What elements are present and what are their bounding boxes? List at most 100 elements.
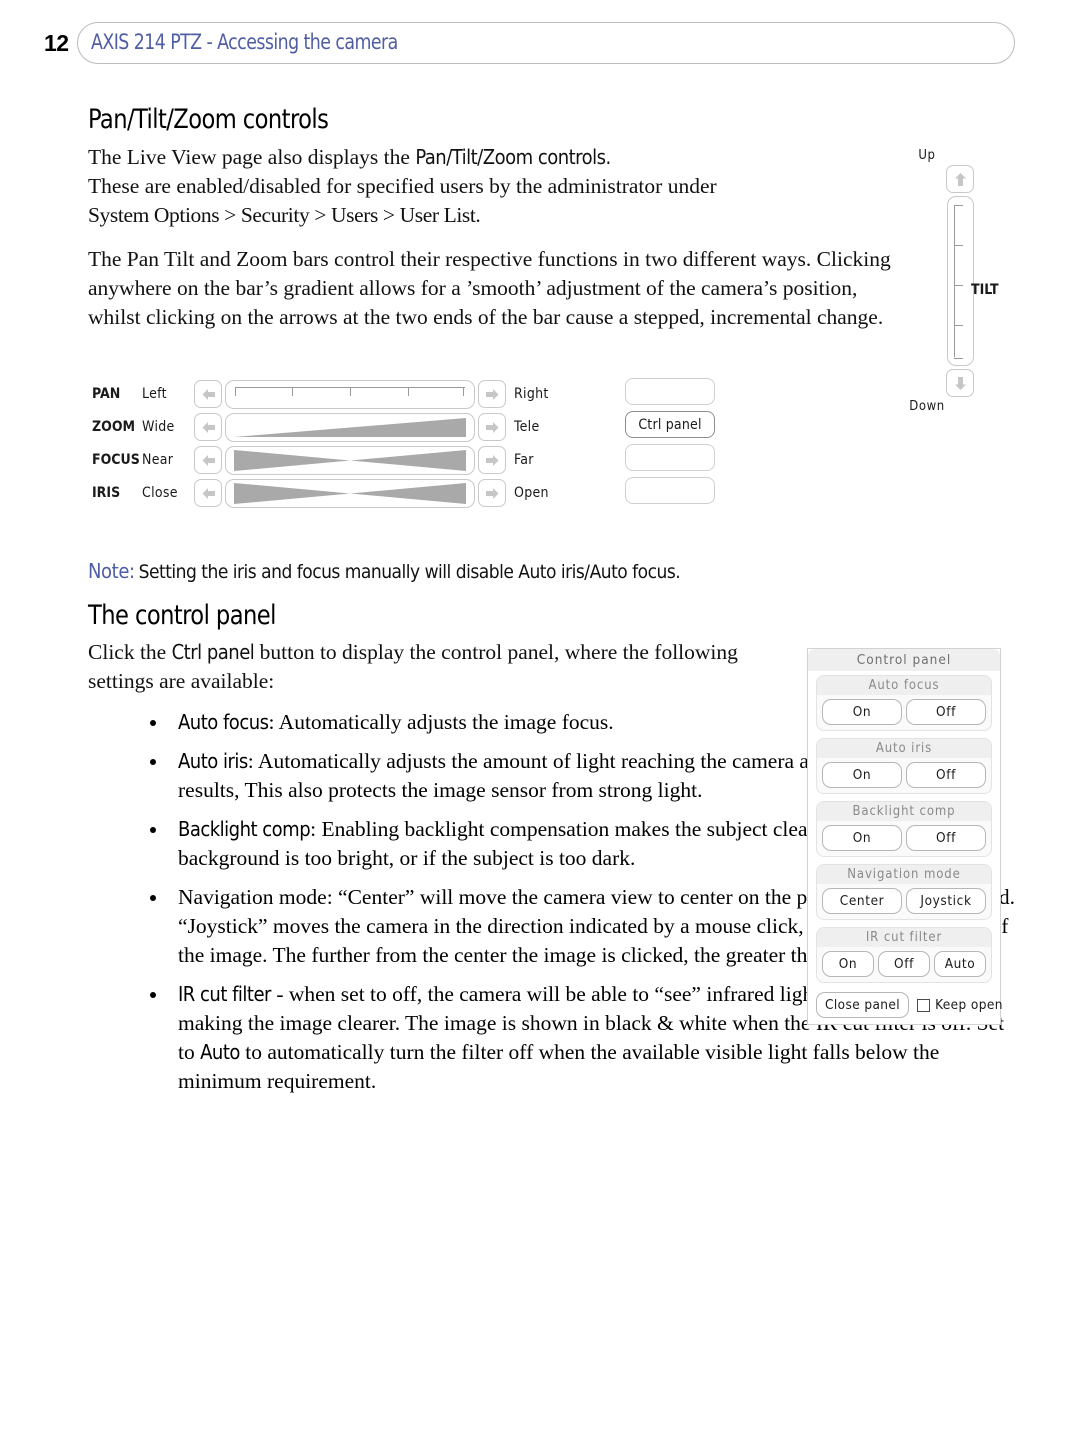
cp-group-title: Backlight comp bbox=[817, 802, 991, 821]
tilt-track[interactable] bbox=[946, 196, 974, 366]
cp-group-title: IR cut filter bbox=[817, 928, 991, 947]
arrow-down-glyph bbox=[954, 376, 966, 390]
cp-group-title: Auto iris bbox=[817, 739, 991, 758]
ptz-low-label-pan: Left bbox=[142, 386, 167, 402]
tilt-tick bbox=[953, 285, 963, 286]
ptz-intro-line2: These are enabled/disabled for specified… bbox=[88, 174, 717, 198]
ptz-row-focus: FOCUS Near Far bbox=[92, 444, 652, 476]
tilt-tick bbox=[953, 358, 963, 359]
ptz-row-zoom: ZOOM Wide Tele bbox=[92, 411, 652, 443]
auto-focus-on-button[interactable]: On bbox=[822, 699, 902, 725]
iris-track[interactable] bbox=[225, 478, 475, 508]
focus-bowtie-wedge bbox=[234, 449, 466, 471]
arrow-right-glyph bbox=[485, 421, 498, 433]
bullet-dot-icon bbox=[150, 895, 156, 901]
tilt-up-arrow-icon[interactable] bbox=[946, 165, 974, 193]
iris-open-arrow-icon[interactable] bbox=[478, 479, 506, 507]
ptz-high-label-focus: Far bbox=[514, 452, 534, 468]
note-label: Note: bbox=[88, 559, 135, 583]
bullet-term: Navigation mode bbox=[178, 885, 327, 909]
backlight-comp-off-button[interactable]: Off bbox=[906, 825, 986, 851]
bullet-dot-icon bbox=[150, 992, 156, 998]
ptz-high-label-pan: Right bbox=[514, 386, 549, 402]
ptz-side-box-empty-2[interactable] bbox=[625, 444, 715, 471]
pan-right-arrow-icon[interactable] bbox=[478, 380, 506, 408]
ptz-axis-label-zoom: ZOOM bbox=[92, 419, 136, 435]
arrow-up-glyph bbox=[954, 172, 966, 186]
control-panel-widget: Control panel Auto focus On Off Auto iri… bbox=[807, 648, 1003, 1025]
focus-near-arrow-icon[interactable] bbox=[194, 446, 222, 474]
page-header: 12 AXIS 214 PTZ - Accessing the camera bbox=[44, 22, 1034, 66]
pan-track[interactable] bbox=[225, 379, 475, 409]
arrow-left-glyph bbox=[202, 421, 215, 433]
header-title: AXIS 214 PTZ - Accessing the camera bbox=[91, 30, 398, 54]
cp-group-auto-iris: Auto iris On Off bbox=[816, 738, 992, 794]
pan-tick bbox=[292, 386, 293, 396]
auto-iris-off-button[interactable]: Off bbox=[906, 762, 986, 788]
cp-group-auto-focus: Auto focus On Off bbox=[816, 675, 992, 731]
iris-bowtie-wedge bbox=[234, 482, 466, 504]
navigation-mode-joystick-button[interactable]: Joystick bbox=[906, 888, 986, 914]
keep-open-checkbox[interactable] bbox=[917, 998, 931, 1012]
bullet-sep: : bbox=[247, 749, 258, 773]
ptz-row-pan: PAN Left Right bbox=[92, 378, 652, 410]
iris-close-arrow-icon[interactable] bbox=[194, 479, 222, 507]
page-number: 12 bbox=[44, 30, 69, 56]
bullet-text-b: to automatically turn the filter off whe… bbox=[178, 1040, 940, 1093]
ir-cut-filter-auto-button[interactable]: Auto bbox=[934, 951, 986, 977]
ptz-axis-label-iris: IRIS bbox=[92, 485, 121, 501]
tilt-down-arrow-icon[interactable] bbox=[946, 369, 974, 397]
cp-intro-text-a: Click the bbox=[88, 640, 172, 664]
control-panel-intro-paragraph: Click the Ctrl panel button to display t… bbox=[88, 638, 788, 696]
focus-far-arrow-icon[interactable] bbox=[478, 446, 506, 474]
tilt-down-label: Down bbox=[909, 399, 945, 414]
ctrl-panel-button[interactable]: Ctrl panel bbox=[625, 411, 715, 438]
ptz-side-box-empty-3[interactable] bbox=[625, 477, 715, 504]
bullet-sep: - bbox=[270, 982, 289, 1006]
bullet-sep: : bbox=[326, 885, 339, 909]
ptz-high-label-iris: Open bbox=[514, 485, 549, 501]
ptz-intro-paragraph: The Live View page also displays the Pan… bbox=[88, 143, 888, 230]
bullet-sep: : bbox=[268, 710, 279, 734]
ptz-side-box-empty-1[interactable] bbox=[625, 378, 715, 405]
arrow-left-glyph bbox=[202, 487, 215, 499]
tilt-baseline bbox=[953, 205, 955, 357]
auto-iris-on-button[interactable]: On bbox=[822, 762, 902, 788]
zoom-wide-arrow-icon[interactable] bbox=[194, 413, 222, 441]
arrow-left-glyph bbox=[202, 388, 215, 400]
keep-open-label: Keep open bbox=[935, 997, 1003, 1013]
tilt-tick bbox=[953, 205, 963, 206]
tilt-axis-label: TILT bbox=[971, 282, 999, 298]
control-panel-footer: Close panel Keep open bbox=[808, 990, 1003, 1018]
close-panel-button[interactable]: Close panel bbox=[816, 992, 910, 1018]
ptz-bars-paragraph: The Pan Tilt and Zoom bars control their… bbox=[88, 247, 891, 329]
bullet-ui-auto: Auto bbox=[200, 1040, 240, 1064]
tilt-up-label: Up bbox=[918, 148, 936, 163]
zoom-tele-arrow-icon[interactable] bbox=[478, 413, 506, 441]
section-title-ptz: Pan/Tilt/Zoom controls bbox=[88, 104, 329, 135]
arrow-left-glyph bbox=[202, 454, 215, 466]
zoom-track[interactable] bbox=[225, 412, 475, 442]
bullet-term: IR cut filter bbox=[178, 982, 271, 1006]
bullet-dot-icon bbox=[150, 720, 156, 726]
bullet-sep: : bbox=[310, 817, 322, 841]
arrow-right-glyph bbox=[485, 487, 498, 499]
ptz-intro-line1: The Live View page also displays the Pan… bbox=[88, 143, 888, 172]
ptz-low-label-focus: Near bbox=[142, 452, 174, 468]
keep-open-checkbox-group[interactable]: Keep open bbox=[917, 997, 1003, 1013]
ir-cut-filter-off-button[interactable]: Off bbox=[878, 951, 930, 977]
tilt-tick bbox=[953, 245, 963, 246]
pan-left-arrow-icon[interactable] bbox=[194, 380, 222, 408]
focus-track[interactable] bbox=[225, 445, 475, 475]
pan-tick bbox=[408, 386, 409, 396]
ptz-intro-ui-term: Pan/Tilt/Zoom controls. bbox=[415, 145, 611, 169]
bullet-text: Automatically adjusts the image focus. bbox=[278, 710, 614, 734]
arrow-right-glyph bbox=[485, 388, 498, 400]
navigation-mode-center-button[interactable]: Center bbox=[822, 888, 902, 914]
backlight-comp-on-button[interactable]: On bbox=[822, 825, 902, 851]
ir-cut-filter-on-button[interactable]: On bbox=[822, 951, 874, 977]
control-panel-title: Control panel bbox=[808, 649, 1000, 671]
zoom-gradient-wedge bbox=[234, 417, 466, 437]
bullet-term: Backlight comp bbox=[178, 817, 311, 841]
auto-focus-off-button[interactable]: Off bbox=[906, 699, 986, 725]
